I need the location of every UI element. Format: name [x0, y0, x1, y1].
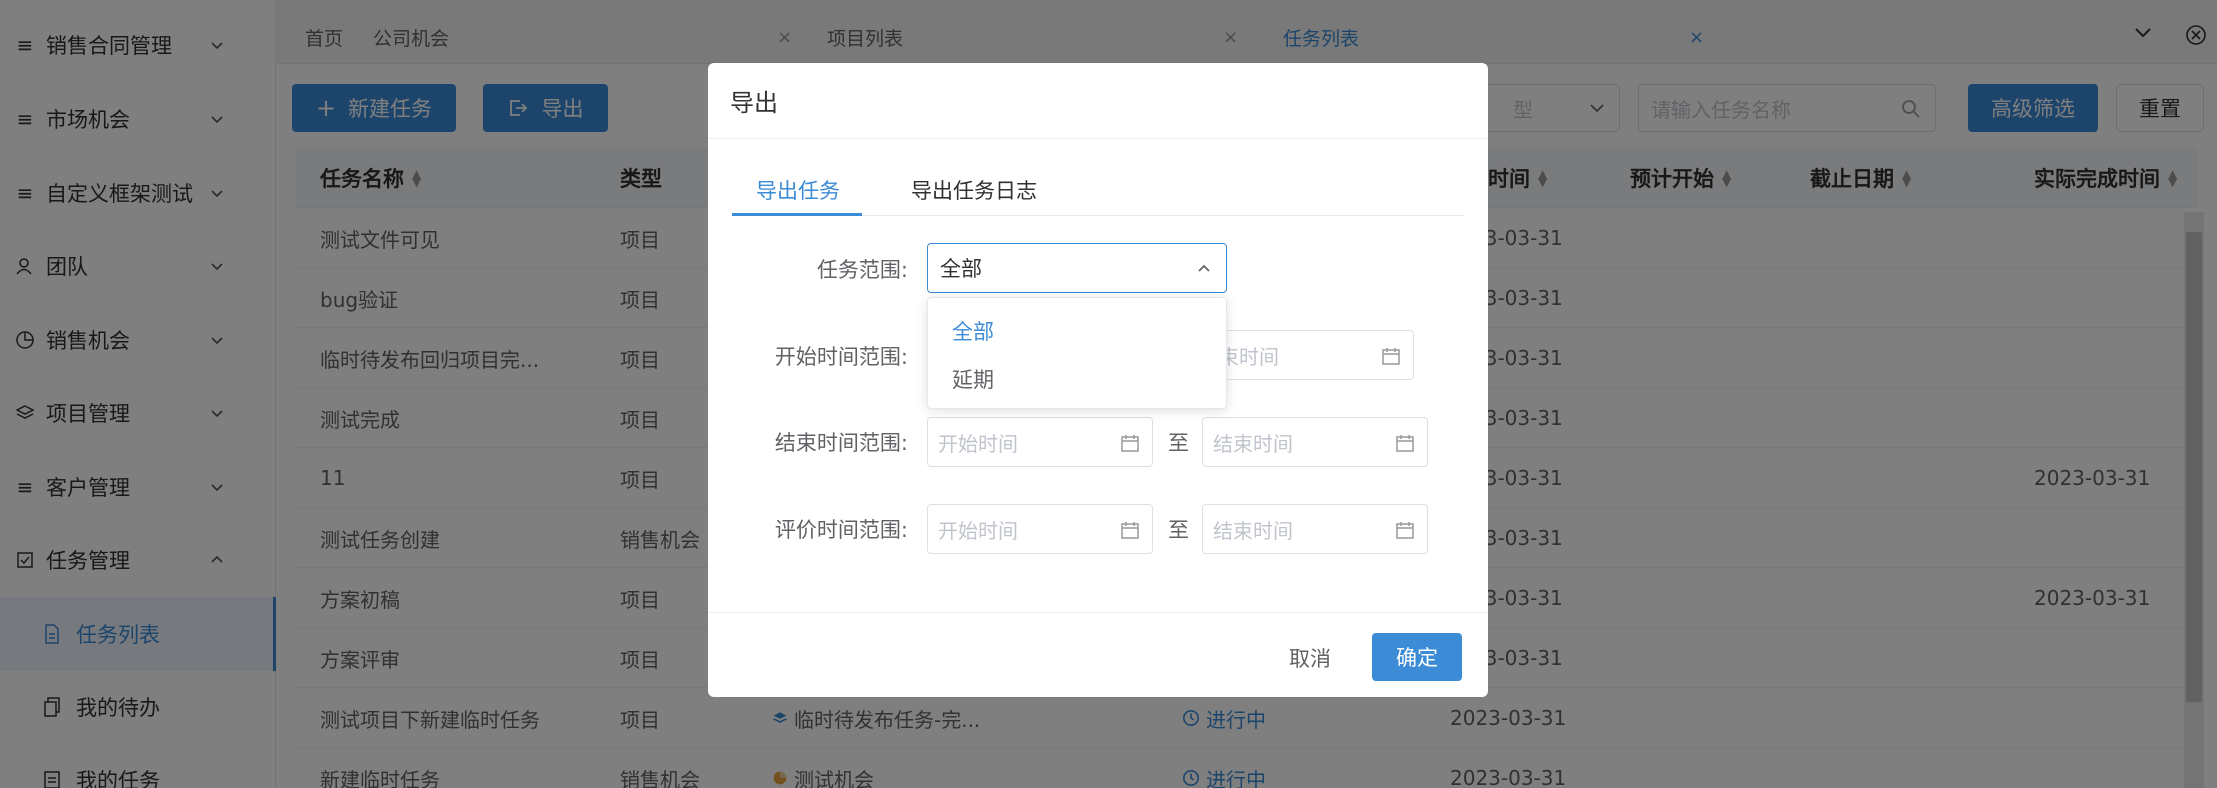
date-placeholder: 结束时间 — [1213, 518, 1293, 543]
divider — [708, 612, 1488, 613]
option-delayed[interactable]: 延期 — [952, 364, 994, 394]
calendar-icon — [1121, 435, 1139, 452]
calendar-icon — [1396, 522, 1414, 539]
end-range-end-date[interactable]: 结束时间 — [1202, 417, 1428, 467]
eval-range-end-date[interactable]: 结束时间 — [1202, 504, 1428, 554]
task-scope-value: 全部 — [940, 257, 982, 281]
divider — [708, 138, 1488, 139]
start-range-label: 开始时间范围: — [774, 345, 908, 369]
calendar-icon — [1396, 435, 1414, 452]
task-scope-dropdown: 全部 延期 — [927, 297, 1227, 409]
calendar-icon — [1382, 348, 1400, 365]
chevron-up-icon — [1198, 264, 1210, 272]
end-range-label: 结束时间范围: — [774, 431, 908, 455]
end-range-start-date[interactable]: 开始时间 — [927, 417, 1153, 467]
range-separator: 至 — [1168, 431, 1189, 455]
range-separator: 至 — [1168, 518, 1189, 542]
date-placeholder: 开始时间 — [938, 431, 1018, 456]
export-dialog: 导出 导出任务 导出任务日志 任务范围: 全部 开始时间范围: 结束时间 结束时… — [708, 63, 1488, 697]
eval-range-start-date[interactable]: 开始时间 — [927, 504, 1153, 554]
date-placeholder: 结束时间 — [1213, 431, 1293, 456]
confirm-button[interactable]: 确定 — [1372, 633, 1462, 681]
active-tab-indicator — [732, 213, 862, 216]
date-placeholder: 开始时间 — [938, 518, 1018, 543]
task-scope-label: 任务范围: — [816, 258, 908, 282]
eval-range-label: 评价时间范围: — [774, 518, 908, 542]
task-scope-select[interactable]: 全部 — [927, 243, 1227, 293]
option-all[interactable]: 全部 — [952, 316, 994, 346]
tab-export-tasks[interactable]: 导出任务 — [756, 175, 840, 205]
tab-export-task-logs[interactable]: 导出任务日志 — [911, 175, 1037, 205]
dialog-title: 导出 — [730, 89, 778, 117]
calendar-icon — [1121, 522, 1139, 539]
cancel-button[interactable]: 取消 — [1280, 635, 1340, 681]
